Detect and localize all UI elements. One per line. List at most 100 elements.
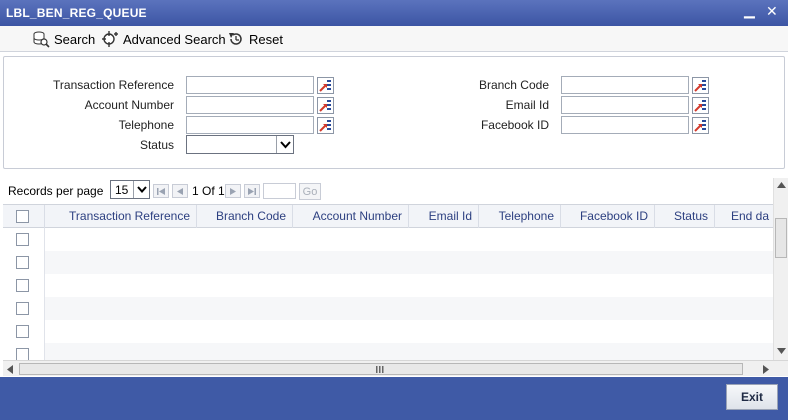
vertical-scroll-thumb[interactable] [775, 218, 787, 258]
reset-icon [229, 33, 242, 45]
chevron-down-icon [276, 136, 293, 153]
records-per-page-select[interactable]: 15 [110, 180, 150, 199]
grip-icon [376, 366, 384, 373]
scroll-left-icon[interactable] [7, 365, 13, 374]
select-all-checkbox[interactable] [16, 210, 29, 223]
page-info: 1 Of 1 [192, 184, 225, 198]
status-label: Status [139, 138, 174, 152]
advanced-search-button[interactable]: Advanced Search [101, 30, 226, 48]
row-cells [45, 297, 773, 320]
account-number-lov-button[interactable] [317, 97, 334, 114]
column-header-transaction-reference[interactable]: Transaction Reference [45, 205, 197, 228]
list-of-values-icon [694, 100, 706, 112]
chevron-down-icon [133, 181, 149, 198]
go-button[interactable]: Go [299, 183, 321, 200]
branch-code-label: Branch Code [478, 78, 549, 92]
facebook-id-input[interactable] [561, 116, 689, 134]
next-page-icon[interactable] [225, 184, 241, 198]
transaction-reference-lov-button[interactable] [317, 77, 334, 94]
email-id-input[interactable] [561, 96, 689, 114]
column-header-email-id[interactable]: Email Id [409, 205, 479, 228]
vertical-scrollbar[interactable] [773, 178, 788, 360]
pager: Records per page 15 1 Of 1 Go [3, 178, 785, 204]
row-checkbox[interactable] [16, 279, 29, 292]
account-number-label: Account Number [84, 98, 174, 112]
last-page-icon[interactable] [244, 184, 260, 198]
column-header-branch-code[interactable]: Branch Code [197, 205, 293, 228]
transaction-reference-label: Transaction Reference [53, 78, 174, 92]
advanced-search-label: Advanced Search [123, 31, 226, 47]
row-checkbox[interactable] [16, 233, 29, 246]
row-checkbox[interactable] [16, 302, 29, 315]
toolbar: Search Advanced Search Reset [0, 26, 788, 52]
status-select[interactable] [186, 135, 294, 154]
list-of-values-icon [319, 100, 331, 112]
transaction-reference-input[interactable] [186, 76, 314, 94]
search-button[interactable]: Search [32, 30, 95, 48]
horizontal-scroll-thumb[interactable] [19, 363, 743, 375]
window-title-bar: LBL_BEN_REG_QUEUE ▁ ✕ [0, 0, 788, 26]
list-of-values-icon [694, 120, 706, 132]
close-icon[interactable]: ✕ [766, 3, 778, 20]
footer-bar: Exit [0, 377, 788, 420]
list-of-values-icon [694, 80, 706, 92]
email-id-lov-button[interactable] [692, 97, 709, 114]
facebook-id-lov-button[interactable] [692, 117, 709, 134]
row-checkbox[interactable] [16, 348, 29, 360]
search-database-icon [33, 31, 50, 48]
column-header-account-number[interactable]: Account Number [293, 205, 409, 228]
telephone-label: Telephone [118, 118, 174, 132]
row-select-cell [3, 343, 45, 360]
row-select-cell [3, 320, 45, 343]
row-cells [45, 320, 773, 343]
reset-button[interactable]: Reset [227, 30, 283, 48]
branch-code-input[interactable] [561, 76, 689, 94]
table-row [3, 274, 773, 297]
search-form: Transaction Reference Account Number Tel… [3, 56, 785, 169]
branch-code-lov-button[interactable] [692, 77, 709, 94]
window-title: LBL_BEN_REG_QUEUE [6, 6, 147, 20]
column-header-facebook-id[interactable]: Facebook ID [561, 205, 655, 228]
select-all-header [3, 205, 45, 228]
email-id-label: Email Id [505, 98, 549, 112]
row-select-cell [3, 251, 45, 274]
goto-page-input[interactable] [263, 183, 296, 199]
telephone-input[interactable] [186, 116, 314, 134]
first-page-icon[interactable] [153, 184, 169, 198]
telephone-lov-button[interactable] [317, 117, 334, 134]
facebook-id-label: Facebook ID [480, 118, 549, 132]
table-row [3, 320, 773, 343]
row-select-cell [3, 274, 45, 297]
records-per-page-label: Records per page [8, 184, 104, 198]
table-row [3, 251, 773, 274]
table-row [3, 228, 773, 251]
row-checkbox[interactable] [16, 325, 29, 338]
reset-label: Reset [249, 31, 283, 47]
row-cells [45, 274, 773, 297]
horizontal-scrollbar[interactable] [3, 360, 788, 376]
scroll-right-icon[interactable] [763, 365, 769, 374]
row-cells [45, 343, 773, 360]
column-header-end-date[interactable]: End da [715, 205, 773, 228]
table-row [3, 343, 773, 360]
scroll-down-icon[interactable] [777, 348, 786, 354]
row-checkbox[interactable] [16, 256, 29, 269]
records-per-page-value: 15 [115, 182, 129, 197]
results-grid: Transaction Reference Branch Code Accoun… [3, 204, 773, 360]
exit-button[interactable]: Exit [726, 384, 778, 410]
row-select-cell [3, 228, 45, 251]
row-select-cell [3, 297, 45, 320]
grid-header: Transaction Reference Branch Code Accoun… [3, 205, 773, 228]
column-header-status[interactable]: Status [655, 205, 715, 228]
previous-page-icon[interactable] [172, 184, 188, 198]
list-of-values-icon [319, 80, 331, 92]
column-header-telephone[interactable]: Telephone [479, 205, 561, 228]
account-number-input[interactable] [186, 96, 314, 114]
search-label: Search [54, 31, 96, 47]
minimize-icon[interactable]: ▁ [744, 2, 755, 19]
list-of-values-icon [319, 120, 331, 132]
scroll-up-icon[interactable] [777, 182, 786, 188]
row-cells [45, 228, 773, 251]
advanced-search-icon [102, 31, 118, 47]
table-row [3, 297, 773, 320]
